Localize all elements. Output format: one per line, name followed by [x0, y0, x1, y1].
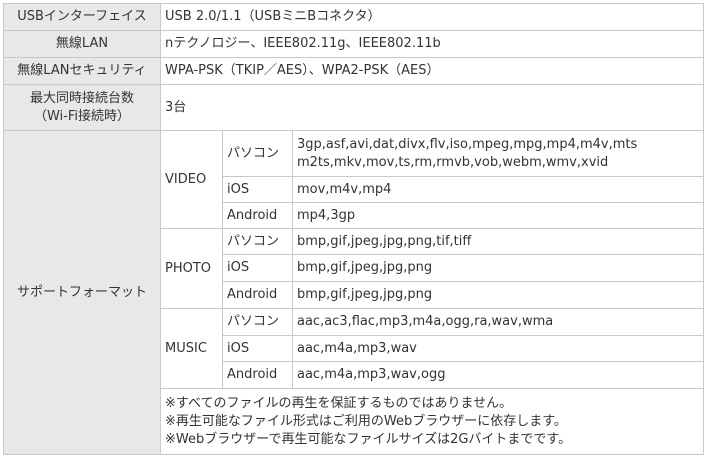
divider-category-column [222, 131, 223, 389]
max-connections-label-line1: 最大同時接続台数 [29, 90, 134, 106]
divider-music-notes [160, 388, 704, 389]
divider-platform-column [292, 131, 293, 389]
divider-music-pc [222, 335, 704, 336]
wireless-lan-value: nテクノロジー、IEEE802.11g、IEEE802.11b [165, 36, 441, 51]
wireless-security-value: WPA-PSK（TKIP／AES）、WPA2-PSK（AES） [165, 63, 440, 78]
divider-row-2 [3, 57, 704, 58]
divider-photo-ios [222, 281, 704, 282]
max-connections-label-line2: （Wi-Fi接続時） [33, 108, 130, 124]
music-ios-label: iOS [227, 340, 250, 356]
music-pc-label: パソコン [227, 314, 280, 329]
wireless-security-label: 無線LANセキュリティ [4, 58, 160, 84]
video-pc-formats-line2: m2ts,mkv,mov,ts,rm,rmvb,vob,webm,wmv,xvi… [297, 154, 609, 170]
max-connections-value: 3台 [165, 99, 187, 115]
video-pc-formats: 3gp,asf,avi,dat,divx,flv,iso,mpeg,mpg,mp… [293, 131, 703, 176]
format-note-2: ※再生可能なファイル形式はご利用のWebブラウザーに依存します。 [165, 413, 567, 429]
divider-photo-pc [222, 254, 704, 255]
table-border-bottom [3, 454, 704, 455]
music-ios-formats: aac,m4a,mp3,wav [297, 340, 417, 356]
table-border-top [3, 3, 704, 4]
supported-formats-label: サポートフォーマット [4, 131, 160, 454]
photo-ios-label: iOS [227, 260, 250, 275]
video-android-formats: mp4,3gp [297, 207, 356, 223]
divider-video-pc [222, 176, 704, 177]
photo-android-formats: bmp,gif,jpeg,jpg,png [297, 287, 433, 302]
photo-pc-formats: bmp,gif,jpeg,jpg,png,tif,tiff [297, 233, 472, 249]
video-ios-label: iOS [227, 181, 250, 197]
usb-interface-label: USBインターフェイス [4, 4, 160, 30]
photo-android-label: Android [227, 287, 278, 302]
music-pc-formats: aac,ac3,flac,mp3,m4a,ogg,ra,wav,wma [297, 314, 554, 329]
table-border-left [3, 3, 4, 455]
video-android-label: Android [227, 207, 278, 223]
music-android-formats: aac,m4a,mp3,wav,ogg [297, 367, 446, 382]
music-category: MUSIC [165, 340, 207, 356]
divider-row-1 [3, 30, 704, 31]
photo-ios-formats: bmp,gif,jpeg,jpg,png [297, 260, 433, 275]
photo-category: PHOTO [165, 260, 212, 276]
format-notes: ※すべてのファイルの再生を保証するものではありません。 ※再生可能なファイル形式… [161, 389, 703, 454]
max-connections-label: 最大同時接続台数 （Wi-Fi接続時） [4, 85, 160, 130]
music-android-label: Android [227, 367, 278, 382]
usb-interface-value: USB 2.0/1.1（USBミニBコネクタ） [165, 9, 381, 24]
video-pc-formats-line1: 3gp,asf,avi,dat,divx,flv,iso,mpeg,mpg,mp… [297, 136, 638, 152]
divider-music-ios [222, 361, 704, 362]
video-category: VIDEO [165, 171, 207, 187]
divider-row-3 [3, 84, 704, 85]
divider-photo-music [160, 308, 704, 309]
format-note-1: ※すべてのファイルの再生を保証するものではありません。 [165, 395, 513, 411]
photo-pc-label: パソコン [227, 233, 280, 249]
divider-row-4 [3, 130, 704, 131]
divider-video-ios [222, 202, 704, 203]
divider-video-photo [160, 228, 704, 229]
video-pc-label: パソコン [227, 145, 280, 161]
format-note-3: ※Webブラウザーで再生可能なファイルサイズは2Gバイトまでです。 [165, 431, 572, 447]
video-ios-formats: mov,m4v,mp4 [297, 181, 392, 197]
wireless-lan-label: 無線LAN [4, 31, 160, 57]
